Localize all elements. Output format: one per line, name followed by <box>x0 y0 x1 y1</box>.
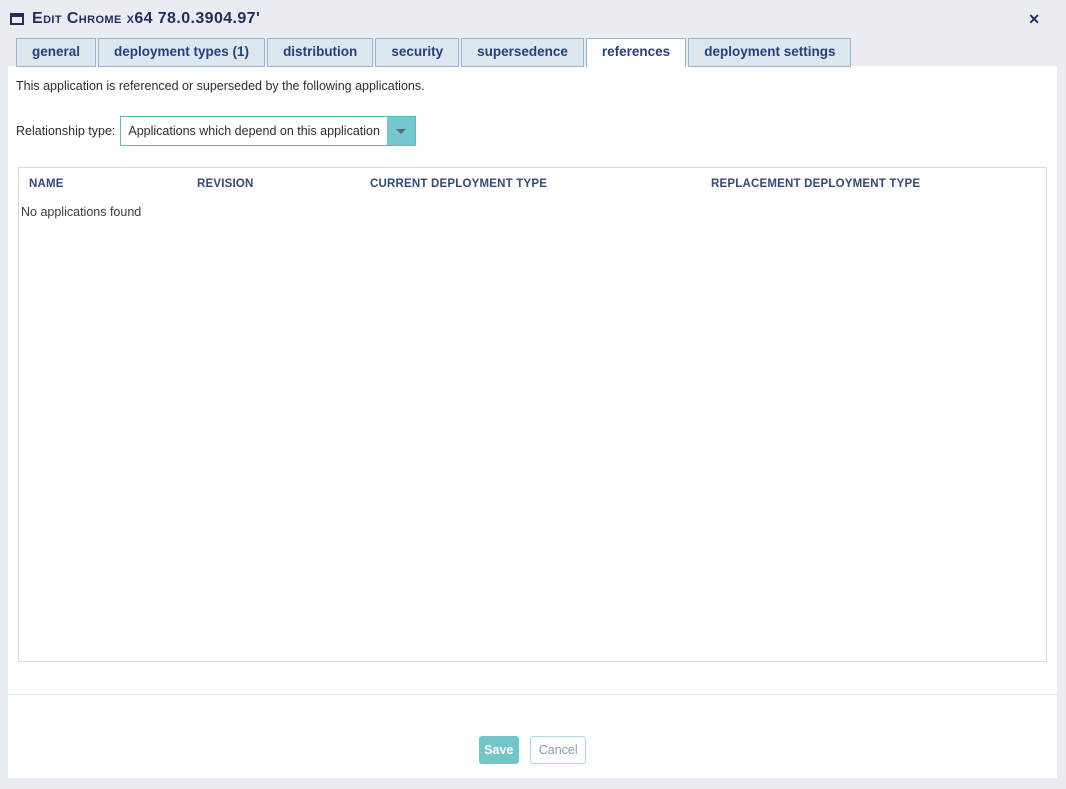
relationship-type-label: Relationship type: <box>16 124 115 138</box>
tab-distribution[interactable]: distribution <box>267 38 373 67</box>
footer-divider <box>8 694 1057 695</box>
relationship-type-value: Applications which depend on this applic… <box>121 117 387 145</box>
dialog-title: Edit Chrome x64 78.0.3904.97' <box>32 10 1028 28</box>
tab-security[interactable]: security <box>375 38 459 67</box>
column-header-name: NAME <box>19 178 197 190</box>
dialog-titlebar: Edit Chrome x64 78.0.3904.97' ✕ <box>0 0 1066 38</box>
tab-references[interactable]: references <box>586 38 686 68</box>
description-text: This application is referenced or supers… <box>8 66 1057 93</box>
tab-deployment-settings[interactable]: deployment settings <box>688 38 851 67</box>
cancel-button[interactable]: Cancel <box>530 736 586 764</box>
tab-bar: generaldeployment types (1)distributions… <box>0 38 1066 68</box>
window-icon <box>10 13 24 25</box>
footer-actions: Save Cancel <box>8 736 1057 764</box>
column-header-replacement-deployment-type: REPLACEMENT DEPLOYMENT TYPE <box>711 178 1046 190</box>
save-button[interactable]: Save <box>479 736 519 764</box>
edit-application-dialog: Edit Chrome x64 78.0.3904.97' ✕ generald… <box>0 0 1066 68</box>
column-header-current-deployment-type: CURRENT DEPLOYMENT TYPE <box>370 178 711 190</box>
references-table: NAMEREVISIONCURRENT DEPLOYMENT TYPEREPLA… <box>18 167 1047 662</box>
relationship-type-row: Relationship type: Applications which de… <box>16 116 1057 146</box>
tab-deployment-types-1[interactable]: deployment types (1) <box>98 38 265 67</box>
relationship-type-select[interactable]: Applications which depend on this applic… <box>120 116 416 146</box>
tab-general[interactable]: general <box>16 38 96 67</box>
column-header-revision: REVISION <box>197 178 370 190</box>
dropdown-button[interactable] <box>387 117 415 145</box>
empty-table-message: No applications found <box>19 198 1046 219</box>
table-header-row: NAMEREVISIONCURRENT DEPLOYMENT TYPEREPLA… <box>19 168 1046 198</box>
tab-supersedence[interactable]: supersedence <box>461 38 584 67</box>
references-panel: This application is referenced or supers… <box>8 66 1057 778</box>
close-icon[interactable]: ✕ <box>1028 12 1040 26</box>
chevron-down-icon <box>396 129 406 134</box>
